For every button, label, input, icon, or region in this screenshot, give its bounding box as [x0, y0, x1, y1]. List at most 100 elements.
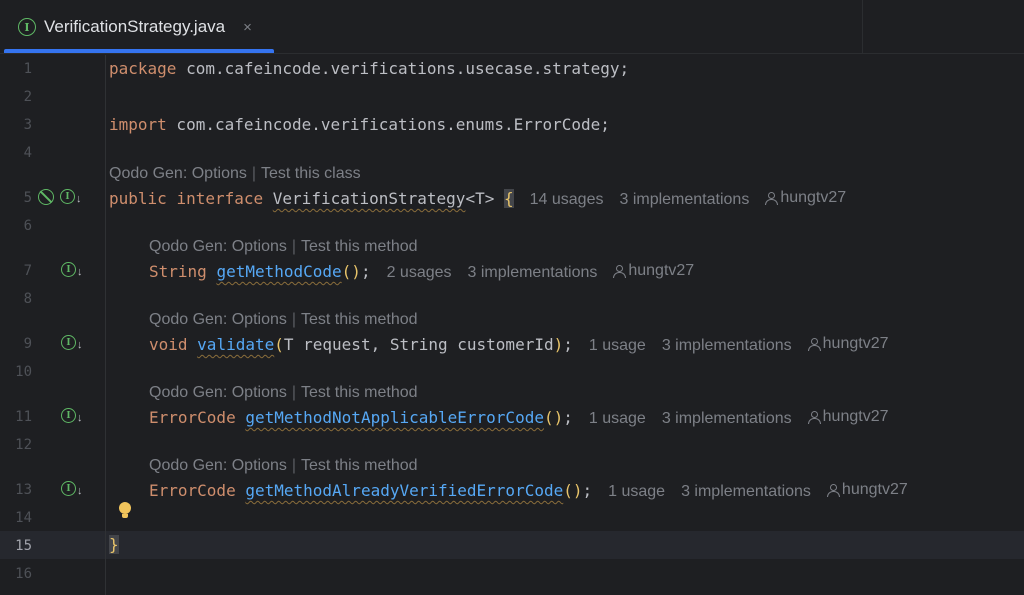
line-number: 1 [23, 61, 32, 77]
hint-separator: | [251, 165, 257, 182]
parens: () [341, 262, 361, 281]
tab-verificationstrategy-java[interactable]: I VerificationStrategy.java × [0, 0, 274, 54]
code-line-3[interactable]: import com.cafeincode.verifications.enum… [109, 114, 610, 136]
close-paren: ) [553, 335, 564, 354]
qodo-options-link[interactable]: Qodo Gen: Options [149, 238, 287, 255]
method-name[interactable]: getMethodAlreadyVerifiedErrorCode [245, 481, 563, 500]
generic-param: <T> [465, 189, 495, 208]
implemented-interface-icon[interactable]: I [60, 189, 75, 204]
author-inlay[interactable]: hungtv27 [613, 260, 694, 282]
implementations-inlay[interactable]: 3 implementations [662, 337, 792, 354]
line-number-current: 15 [15, 538, 32, 554]
line-number: 3 [23, 117, 32, 133]
bulb-base [122, 514, 128, 518]
semicolon: ; [563, 335, 573, 354]
hint-separator: | [291, 238, 297, 255]
code-line-7[interactable]: String getMethodCode(); 2 usages 3 impleme… [149, 260, 694, 284]
usages-inlay[interactable]: 1 usage [608, 483, 665, 500]
code-line-11[interactable]: ErrorCode getMethodNotApplicableErrorCod… [149, 406, 889, 430]
usages-inlay[interactable]: 2 usages [387, 264, 452, 281]
line-number: 9 [23, 336, 32, 352]
method-name[interactable]: getMethodCode [216, 262, 341, 281]
qodo-class-hint: Qodo Gen: Options | Test this class [109, 163, 361, 185]
test-this-method-link[interactable]: Test this method [301, 457, 418, 474]
arrow-down-icon: ↓ [77, 485, 83, 497]
implementations-inlay[interactable]: 3 implementations [619, 191, 749, 208]
code-line-9[interactable]: void validate(T request, String customer… [149, 333, 889, 357]
author-name: hungtv27 [822, 408, 889, 425]
implementations-inlay[interactable]: 3 implementations [468, 264, 598, 281]
test-this-class-link[interactable]: Test this class [261, 165, 361, 182]
open-paren: ( [274, 335, 284, 354]
parens: () [543, 408, 564, 427]
user-icon [807, 411, 821, 424]
hint-separator: | [291, 457, 297, 474]
return-type: String [149, 262, 207, 281]
code-line-1[interactable]: package com.cafeincode.verifications.use… [109, 58, 629, 80]
keyword: import [109, 115, 167, 134]
author-name: hungtv27 [628, 262, 695, 279]
line-number: 10 [15, 364, 32, 380]
implementations-inlay[interactable]: 3 implementations [662, 410, 792, 427]
qodo-options-link[interactable]: Qodo Gen: Options [149, 457, 287, 474]
parens: () [563, 481, 583, 500]
user-icon [765, 192, 779, 205]
keyword: public [109, 189, 167, 208]
usages-inlay[interactable]: 1 usage [589, 337, 646, 354]
user-icon [807, 338, 821, 351]
implemented-interface-icon[interactable]: I [61, 408, 76, 423]
arrow-down-icon: ↓ [76, 193, 82, 205]
implemented-interface-icon[interactable]: I [61, 335, 76, 350]
lightbulb-icon[interactable] [118, 501, 132, 521]
semicolon: ; [582, 481, 593, 500]
no-entry-icon[interactable] [38, 188, 54, 205]
code-editor[interactable]: 1 2 3 4 5 6 7 8 9 10 11 12 13 14 15 16 I… [0, 55, 1024, 595]
line-number: 2 [23, 89, 32, 105]
current-line-highlight [0, 531, 1024, 559]
active-tab-indicator [4, 49, 274, 53]
test-this-method-link[interactable]: Test this method [301, 311, 418, 328]
line-number: 5 [23, 190, 32, 206]
usages-inlay[interactable]: 14 usages [530, 191, 604, 208]
import-path: com.cafeincode.verifications.enums.Error… [166, 115, 610, 134]
parameters: T request, String customerId [283, 335, 554, 354]
gutter-icon-line-11[interactable]: I ↓ [61, 407, 83, 424]
test-this-method-link[interactable]: Test this method [301, 238, 418, 255]
author-name: hungtv27 [841, 481, 908, 498]
code-line-5[interactable]: public interface VerificationStrategy<T>… [109, 187, 846, 211]
implemented-interface-icon[interactable]: I [61, 481, 76, 496]
code-line-13[interactable]: ErrorCode getMethodAlreadyVerifiedErrorC… [149, 479, 908, 503]
implementations-inlay[interactable]: 3 implementations [681, 483, 811, 500]
qodo-options-link[interactable]: Qodo Gen: Options [149, 384, 287, 401]
author-inlay[interactable]: hungtv27 [826, 479, 908, 501]
gutter-icons-line-5[interactable]: I ↓ [38, 188, 82, 205]
qodo-options-link[interactable]: Qodo Gen: Options [149, 311, 287, 328]
method-name[interactable]: getMethodNotApplicableErrorCode [245, 408, 544, 427]
author-inlay[interactable]: hungtv27 [765, 187, 846, 209]
test-this-method-link[interactable]: Test this method [301, 384, 418, 401]
return-type: ErrorCode [149, 481, 236, 500]
usages-inlay[interactable]: 1 usage [589, 410, 646, 427]
code-line-15[interactable]: } [109, 534, 119, 556]
arrow-down-icon: ↓ [77, 412, 83, 424]
method-name[interactable]: validate [197, 335, 274, 354]
tab-title: VerificationStrategy.java [44, 17, 226, 36]
line-number: 6 [23, 218, 32, 234]
qodo-options-link[interactable]: Qodo Gen: Options [109, 165, 247, 182]
interface-name[interactable]: VerificationStrategy [273, 189, 466, 208]
gutter-icon-line-13[interactable]: I ↓ [61, 480, 83, 497]
arrow-down-icon: ↓ [77, 266, 83, 278]
author-inlay[interactable]: hungtv27 [807, 406, 889, 428]
gutter-icon-line-7[interactable]: I ↓ [61, 261, 83, 278]
close-icon[interactable]: × [243, 19, 252, 36]
line-number: 4 [23, 145, 32, 161]
qodo-method-hint: Qodo Gen: Options | Test this method [149, 236, 418, 258]
line-number: 8 [23, 291, 32, 307]
semicolon: ; [563, 408, 573, 427]
gutter-icon-line-9[interactable]: I ↓ [61, 334, 83, 351]
gutter-divider [105, 55, 106, 595]
implemented-interface-icon[interactable]: I [61, 262, 76, 277]
qodo-method-hint: Qodo Gen: Options | Test this method [149, 455, 418, 477]
tab-separator [862, 0, 863, 54]
author-inlay[interactable]: hungtv27 [807, 333, 889, 355]
